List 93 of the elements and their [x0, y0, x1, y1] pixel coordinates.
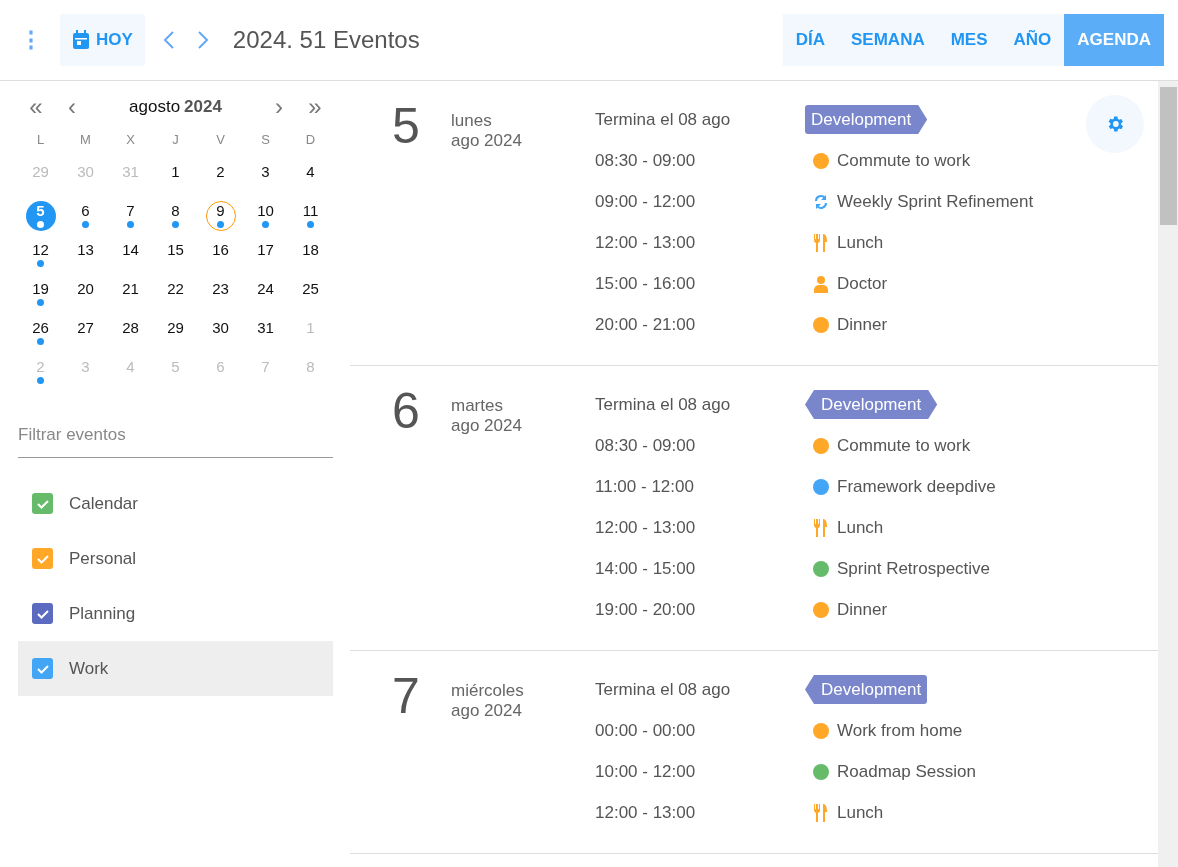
year-label: 2024: [184, 97, 222, 116]
day-number: 5: [392, 99, 421, 156]
weekday-label: V: [215, 131, 226, 149]
event-time: Termina el 08 ago: [595, 109, 732, 130]
calendar-day[interactable]: 22: [153, 274, 198, 313]
calendar-day[interactable]: 20: [63, 274, 108, 313]
event-time: 19:00 - 20:00: [595, 599, 697, 620]
calendar-day[interactable]: 4: [288, 157, 333, 196]
calendar-day[interactable]: 15: [153, 235, 198, 274]
checkbox[interactable]: [32, 603, 53, 624]
day-number: 6: [392, 384, 421, 441]
calendar-filter-item[interactable]: Work: [18, 641, 333, 696]
event-time: Termina el 08 ago: [595, 394, 732, 415]
event-title[interactable]: Framework deepdive: [837, 476, 996, 497]
next-year-button[interactable]: »: [297, 93, 333, 121]
event-time: 12:00 - 13:00: [595, 232, 697, 253]
event-time: Termina el 08 ago: [595, 679, 732, 700]
event-time: 12:00 - 13:00: [595, 802, 697, 823]
calendar-day[interactable]: 7: [108, 196, 153, 235]
previous-year-button[interactable]: «: [18, 93, 54, 121]
calendar-day[interactable]: 29: [153, 313, 198, 352]
weekday-label: S: [260, 131, 271, 149]
next-month-button[interactable]: ›: [261, 93, 297, 121]
calendar-day[interactable]: 17: [243, 235, 288, 274]
calendar-day[interactable]: 21: [108, 274, 153, 313]
event-time: 10:00 - 12:00: [595, 761, 697, 782]
event-time: 11:00 - 12:00: [595, 476, 695, 497]
event-title[interactable]: Doctor: [837, 273, 888, 294]
checkbox[interactable]: [32, 548, 53, 569]
calendar-filter-item[interactable]: Personal: [18, 531, 333, 586]
period-title: 2024. 51 Eventos: [232, 26, 420, 54]
event-time: 08:30 - 09:00: [595, 150, 697, 171]
scrollbar[interactable]: [1158, 81, 1178, 867]
calendar-day[interactable]: 10: [243, 196, 288, 235]
calendar-day[interactable]: 23: [198, 274, 243, 313]
weekday-label: J: [171, 131, 180, 149]
event-time: 14:00 - 15:00: [595, 558, 697, 579]
calendar-day[interactable]: 26: [18, 313, 63, 352]
weekday-label: L: [35, 131, 46, 149]
calendar-day[interactable]: 24: [243, 274, 288, 313]
calendar-day[interactable]: 30: [198, 313, 243, 352]
calendar-day[interactable]: 14: [108, 235, 153, 274]
weekday-label: M: [79, 131, 92, 149]
calendar-day[interactable]: 25: [288, 274, 333, 313]
weekday-name: miércoles: [451, 681, 525, 701]
event-title[interactable]: Lunch: [837, 517, 884, 538]
event-title[interactable]: Sprint Retrospective: [837, 558, 991, 579]
month-year: ago 2024: [451, 131, 523, 151]
calendar-day[interactable]: 1: [153, 157, 198, 196]
calendar-day[interactable]: 12: [18, 235, 63, 274]
calendar-day[interactable]: 18: [288, 235, 333, 274]
event-time: 09:00 - 12:00: [595, 191, 697, 212]
calendar-day[interactable]: 16: [198, 235, 243, 274]
calendar-day[interactable]: 3: [243, 157, 288, 196]
event-title[interactable]: Work from home: [837, 720, 963, 741]
event-title[interactable]: Dinner: [837, 314, 888, 335]
calendar-day[interactable]: 31: [243, 313, 288, 352]
checkbox[interactable]: [32, 493, 53, 514]
previous-month-button[interactable]: ‹: [54, 93, 90, 121]
event-title[interactable]: Lunch: [837, 802, 884, 823]
weekday-name: lunes: [451, 111, 493, 131]
calendar-day[interactable]: 2: [198, 157, 243, 196]
calendar-day[interactable]: 11: [288, 196, 333, 235]
chevron-left-icon: [162, 30, 175, 50]
calendar-day[interactable]: 8: [153, 196, 198, 235]
weekday-name: martes: [451, 396, 504, 416]
calendar-day[interactable]: 6: [63, 196, 108, 235]
weekday-label: X: [125, 131, 136, 149]
event-title[interactable]: Roadmap Session: [837, 761, 976, 782]
month-label: agosto: [129, 97, 181, 116]
event-title[interactable]: Lunch: [837, 232, 884, 253]
calendar-day[interactable]: 28: [108, 313, 153, 352]
calendar-day[interactable]: 13: [63, 235, 108, 274]
calendar-day[interactable]: 19: [18, 274, 63, 313]
month-year: ago 2024: [451, 416, 523, 436]
event-time: 15:00 - 16:00: [595, 273, 697, 294]
day-number: 7: [392, 669, 421, 726]
calendar-filter-item[interactable]: Calendar: [18, 476, 333, 531]
calendar-filter-item[interactable]: Planning: [18, 586, 333, 641]
weekday-label: D: [304, 131, 317, 149]
event-time: 20:00 - 21:00: [595, 314, 697, 335]
calendar-day[interactable]: 27: [63, 313, 108, 352]
event-time: 00:00 - 00:00: [595, 720, 697, 741]
event-title[interactable]: Commute to work: [837, 435, 971, 456]
month-year: ago 2024: [451, 701, 523, 721]
chevron-right-icon: [196, 30, 209, 50]
event-time: 08:30 - 09:00: [595, 435, 697, 456]
event-title[interactable]: Commute to work: [837, 150, 971, 171]
event-title[interactable]: Dinner: [837, 599, 888, 620]
event-time: 12:00 - 13:00: [595, 517, 697, 538]
checkbox[interactable]: [32, 658, 53, 679]
calendar-icon: [72, 30, 90, 50]
event-title[interactable]: Weekly Sprint Refinement: [837, 191, 1034, 212]
